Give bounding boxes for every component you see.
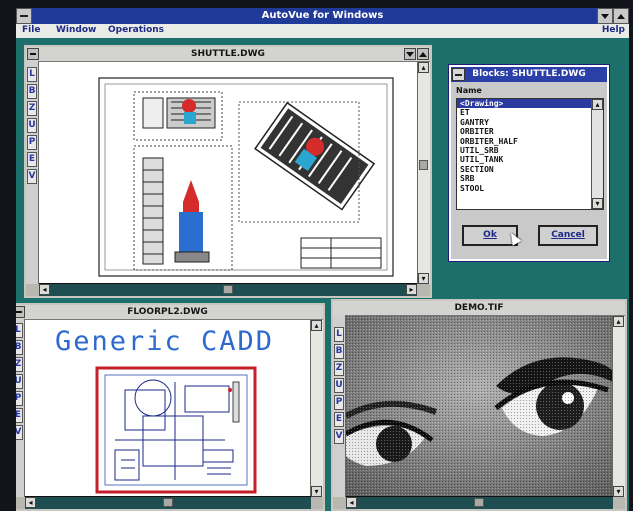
tool-zoom-button[interactable]: Z [334,361,344,376]
dialog-title: Blocks: SHUTTLE.DWG [472,69,586,79]
scroll-left-icon[interactable]: ◂ [25,497,36,508]
block-list-item[interactable]: SRB [457,174,603,183]
tool-view-button[interactable]: V [27,169,37,184]
block-list-item[interactable]: UTIL_TANK [457,155,603,164]
tool-pan-button[interactable]: P [334,395,344,410]
tool-extents-button[interactable]: E [16,408,23,423]
cancel-button[interactable]: Cancel [538,225,598,246]
tool-extents-button[interactable]: E [334,412,344,427]
window-shuttle[interactable]: SHUTTLE.DWG L B Z U P E V ▴ ▾ ◂ ▸ [24,45,432,298]
menu-operations[interactable]: Operations [108,25,164,35]
tool-zoom-button[interactable]: Z [16,357,23,372]
scroll-thumb[interactable] [419,160,428,170]
window-floorpl-title: FLOORPL2.DWG [127,307,208,317]
app-title: AutoVue for Windows [261,10,384,21]
block-list-item[interactable]: ET [457,108,603,117]
scroll-thumb[interactable] [223,285,233,294]
minimize-icon[interactable] [597,8,613,24]
blocks-listbox[interactable]: <Drawing> ET GANTRY ORBITER ORBITER_HALF UTIL… [456,98,604,210]
name-label: Name [456,86,482,95]
tool-strip: L B Z U P E V [26,61,39,284]
tool-layers-button[interactable]: L [16,323,23,338]
system-menu-icon[interactable] [16,8,32,24]
window-floorpl-titlebar[interactable]: FLOORPL2.DWG [16,305,323,320]
tool-pan-button[interactable]: P [16,391,23,406]
demo-horizontal-scrollbar[interactable]: ◂ [346,496,613,509]
tool-extents-button[interactable]: E [27,152,37,167]
tool-view-button[interactable]: V [16,425,23,440]
dialog-system-menu-icon[interactable] [452,68,465,81]
window-shuttle-titlebar[interactable]: SHUTTLE.DWG [26,47,430,62]
scroll-thumb[interactable] [163,498,173,507]
tool-strip: L B Z U P E V [333,315,346,497]
menu-bar: File Window Operations Help [16,24,629,38]
window-shuttle-title: SHUTTLE.DWG [191,49,265,59]
menu-help[interactable]: Help [602,25,625,35]
scroll-down-icon[interactable]: ▾ [613,486,624,497]
scroll-down-icon[interactable]: ▾ [592,198,603,209]
shuttle-drawing-canvas[interactable] [39,62,417,284]
window-demo-titlebar[interactable]: DEMO.TIF [333,301,625,316]
menu-file[interactable]: File [22,25,40,35]
shuttle-drawing-svg [98,77,394,277]
block-list-item[interactable]: <Drawing> [457,99,603,109]
scroll-thumb[interactable] [474,498,484,507]
shuttle-vertical-scrollbar[interactable]: ▴ ▾ [417,62,430,284]
tool-zoom-button[interactable]: Z [27,101,37,116]
window-demo[interactable]: DEMO.TIF L B Z U P E V ▴ ▾ ◂ [331,299,627,511]
floorpl-drawing-canvas[interactable]: Generic CADD [25,320,311,497]
maximize-icon[interactable] [613,8,629,24]
block-list-item[interactable]: UTIL_SRB [457,146,603,155]
tool-blocks-button[interactable]: B [334,344,344,359]
block-list-item[interactable]: GANTRY [457,118,603,127]
floorplan-svg [95,366,257,494]
demo-image-canvas[interactable] [346,316,613,497]
desktop: AutoVue for Windows File Window Operatio… [16,8,629,511]
block-list-item[interactable]: ORBITER_HALF [457,137,603,146]
shuttle-horizontal-scrollbar[interactable]: ◂ ▸ [39,283,417,296]
eyes-image [346,316,613,497]
window-floorpl[interactable]: FLOORPL2.DWG L B Z U P E V Generic CADD [16,303,325,511]
scroll-up-icon[interactable]: ▴ [311,320,322,331]
scroll-up-icon[interactable]: ▴ [418,62,429,73]
scroll-down-icon[interactable]: ▾ [418,273,429,284]
blocks-dialog[interactable]: Blocks: SHUTTLE.DWG Name <Drawing> ET GANT… [449,65,609,261]
tool-pan-button[interactable]: P [27,135,37,150]
app-titlebar: AutoVue for Windows [16,8,629,24]
scroll-right-icon[interactable]: ▸ [406,284,417,295]
window-system-menu-icon[interactable] [16,306,25,318]
menu-window[interactable]: Window [56,25,96,35]
scroll-down-icon[interactable]: ▾ [311,486,322,497]
scroll-up-icon[interactable]: ▴ [613,316,624,327]
listbox-scrollbar[interactable]: ▴ ▾ [591,99,603,209]
tool-layers-button[interactable]: L [27,67,37,82]
block-list-item[interactable]: STOOL [457,184,603,193]
minimize-icon[interactable] [404,48,416,60]
window-system-menu-icon[interactable] [27,48,39,60]
demo-vertical-scrollbar[interactable]: ▴ ▾ [612,316,625,497]
floorpl-horizontal-scrollbar[interactable]: ◂ [25,496,311,509]
floorpl-vertical-scrollbar[interactable]: ▴ ▾ [310,320,323,497]
scroll-left-icon[interactable]: ◂ [39,284,50,295]
tool-blocks-button[interactable]: B [27,84,37,99]
scroll-left-icon[interactable]: ◂ [346,497,357,508]
scroll-up-icon[interactable]: ▴ [592,99,603,110]
tool-layers-button[interactable]: L [334,327,344,342]
block-list-item[interactable]: ORBITER [457,127,603,136]
dialog-titlebar[interactable]: Blocks: SHUTTLE.DWG [451,67,607,82]
tool-blocks-button[interactable]: B [16,340,23,355]
tool-view-button[interactable]: V [334,429,344,444]
window-demo-title: DEMO.TIF [454,303,504,313]
maximize-icon[interactable] [417,48,429,60]
tool-unzoom-button[interactable]: U [16,374,23,389]
tool-unzoom-button[interactable]: U [27,118,37,133]
tool-unzoom-button[interactable]: U [334,378,344,393]
tool-strip: L B Z U P E V [16,319,25,497]
block-list-item[interactable]: SECTION [457,165,603,174]
